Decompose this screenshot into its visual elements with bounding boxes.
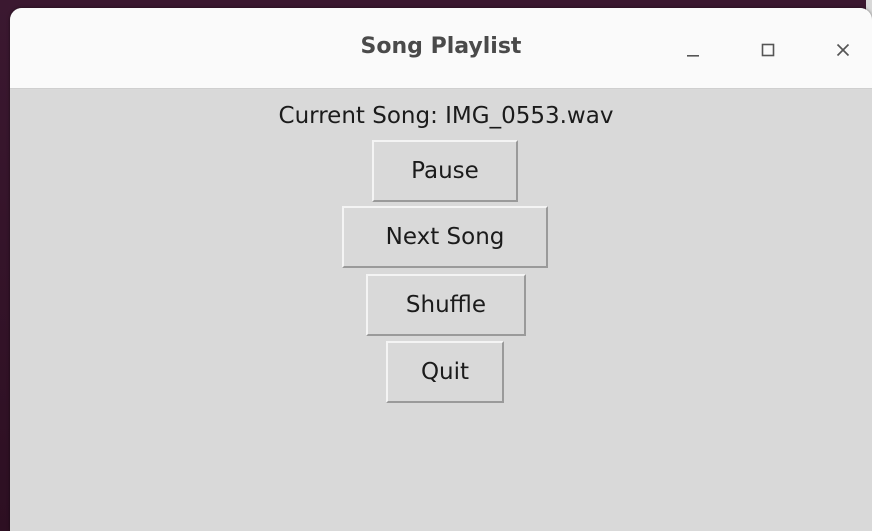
maximize-icon [761, 43, 775, 57]
current-song-label: Current Song: IMG_0553.wav [278, 103, 614, 129]
window-title: Song Playlist [360, 34, 522, 59]
quit-button[interactable]: Quit [386, 341, 504, 403]
maximize-button[interactable] [750, 32, 786, 68]
title-bar[interactable]: Song Playlist [10, 8, 872, 89]
minimize-button[interactable] [675, 32, 711, 68]
shuffle-button[interactable]: Shuffle [366, 274, 526, 336]
minimize-icon [687, 55, 699, 57]
next-song-button[interactable]: Next Song [342, 206, 548, 268]
song-playlist-window: Song Playlist Current Song: IMG_0553.wav… [10, 8, 872, 531]
window-content: Current Song: IMG_0553.wav Pause Next So… [10, 89, 872, 531]
close-button[interactable] [825, 32, 861, 68]
close-icon [836, 43, 850, 57]
pause-button[interactable]: Pause [372, 140, 518, 202]
